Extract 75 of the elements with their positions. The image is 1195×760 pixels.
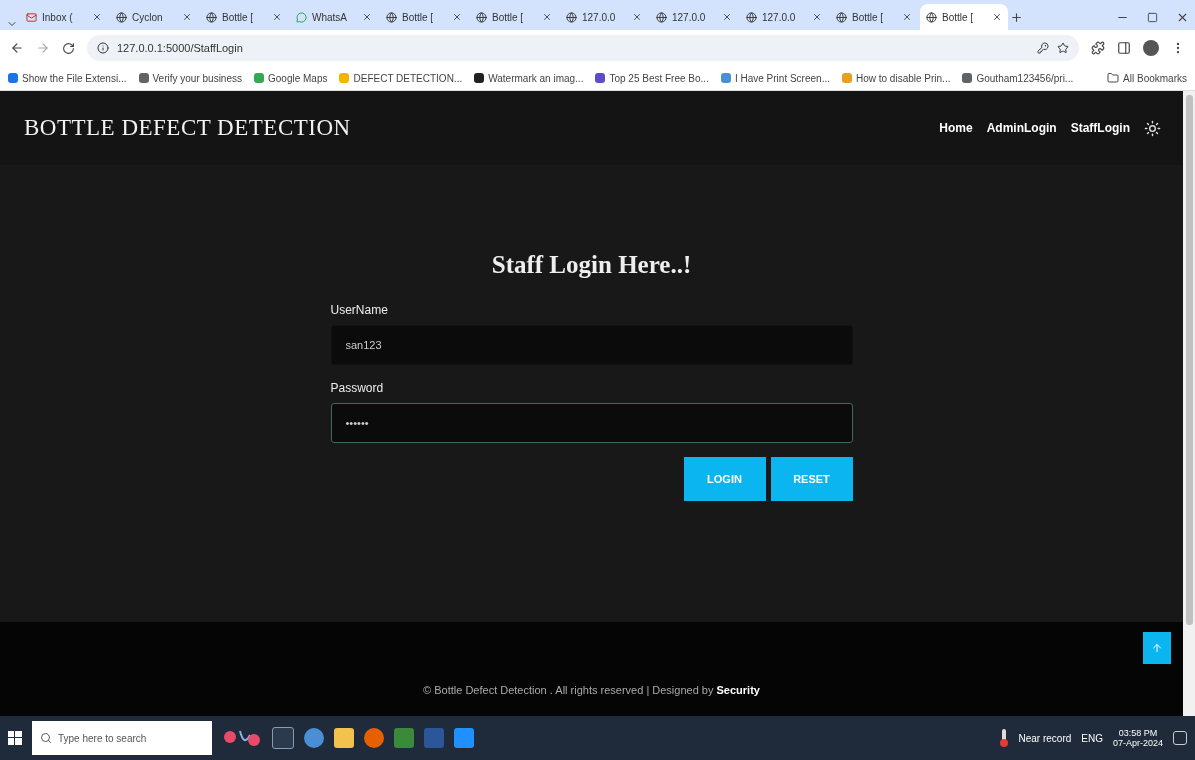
language-indicator[interactable]: ENG (1081, 732, 1103, 744)
side-panel-icon[interactable] (1117, 41, 1131, 55)
nav-link[interactable]: AdminLogin (986, 121, 1057, 135)
close-icon[interactable] (92, 12, 102, 22)
close-icon[interactable] (632, 12, 642, 22)
star-icon[interactable] (1057, 42, 1069, 54)
close-icon[interactable] (542, 12, 552, 22)
browser-tab[interactable]: Bottle [ (470, 4, 558, 30)
profile-icon[interactable] (1143, 40, 1159, 56)
folder-icon (1107, 72, 1120, 84)
globe-icon (836, 11, 847, 23)
browser-tab[interactable]: Bottle [ (200, 4, 288, 30)
extensions-icon[interactable] (1091, 41, 1105, 55)
nav-link[interactable]: StaffLogin (1070, 121, 1130, 135)
globe-icon (926, 11, 937, 23)
bookmark[interactable]: Show the File Extensi... (8, 72, 127, 84)
chat-icon (296, 11, 307, 23)
browser-tab[interactable]: Bottle [ (920, 4, 1008, 30)
bookmark[interactable]: DEFECT DETECTION... (339, 72, 463, 84)
address-bar[interactable]: 127.0.0.1:5000/StaffLogin (87, 35, 1079, 61)
footer-text: © Bottle Defect Detection . All rights reserved | Designed by Security (423, 684, 760, 696)
task-view-icon[interactable] (272, 727, 294, 749)
bookmark[interactable]: Goutham123456/pri... (962, 72, 1074, 84)
browser-tab[interactable]: 127.0.0 (740, 4, 828, 30)
search-icon (40, 732, 52, 744)
field-label: UserName (330, 303, 389, 317)
globe-icon (476, 11, 487, 23)
globe-icon (116, 11, 127, 23)
globe-icon (206, 11, 217, 23)
close-icon[interactable] (362, 12, 372, 22)
bookmark[interactable]: Google Maps (254, 72, 328, 84)
thermometer-icon (1000, 729, 1009, 747)
info-icon[interactable] (97, 42, 109, 54)
taskbar-search[interactable]: Type here to search (32, 721, 212, 755)
arrow-up-icon (1151, 642, 1163, 654)
close-icon[interactable] (272, 12, 282, 22)
bookmark[interactable]: Watermark an imag... (474, 72, 584, 84)
globe-icon (566, 11, 577, 23)
page-heading: Staff Login Here..! (491, 251, 692, 279)
clock[interactable]: 03:58 PM 07-Apr-2024 (1112, 728, 1163, 748)
bookmark[interactable]: Verify your business (138, 72, 242, 84)
browser-tab[interactable]: 127.0.0 (560, 4, 648, 30)
browser-tab[interactable]: WhatsA (290, 4, 378, 30)
nav-link[interactable]: Home (939, 121, 973, 135)
bookmark[interactable]: Top 25 Best Free Bo... (595, 72, 709, 84)
field-label: Password (330, 381, 385, 395)
globe-icon (656, 11, 667, 23)
close-icon[interactable] (812, 12, 822, 22)
bookmark[interactable]: How to disable Prin... (841, 72, 951, 84)
browser-tab[interactable]: Bottle [ (830, 4, 918, 30)
close-icon[interactable] (722, 12, 732, 22)
input-field[interactable]: •••••• (330, 403, 853, 443)
globe-icon (386, 11, 397, 23)
browser-tab[interactable]: 127.0.0 (650, 4, 738, 30)
browser-tab[interactable]: Inbox ( (20, 4, 108, 30)
mail-icon (26, 11, 37, 23)
site-title: BOTTLE DEFECT DETECTION (24, 115, 352, 141)
back-icon[interactable] (10, 41, 24, 55)
close-icon[interactable] (992, 12, 1002, 22)
browser-tab[interactable]: Cyclon (110, 4, 198, 30)
input-field[interactable]: san123 (330, 325, 853, 365)
close-icon[interactable] (902, 12, 912, 22)
bookmark[interactable]: I Have Print Screen... (720, 72, 830, 84)
notifications-icon[interactable] (1173, 731, 1187, 745)
reload-icon[interactable] (62, 41, 75, 55)
weather-text[interactable]: Near record (1018, 732, 1072, 744)
scrollbar-thumb[interactable] (1185, 95, 1193, 625)
sun-icon[interactable] (1144, 119, 1161, 137)
all-bookmarks[interactable]: All Bookmarks (1107, 72, 1187, 84)
start-icon[interactable] (8, 731, 22, 745)
close-icon[interactable] (452, 12, 462, 22)
key-icon[interactable] (1037, 42, 1049, 54)
globe-icon (746, 11, 757, 23)
browser-tab[interactable]: Bottle [ (380, 4, 468, 30)
close-icon[interactable] (182, 12, 192, 22)
